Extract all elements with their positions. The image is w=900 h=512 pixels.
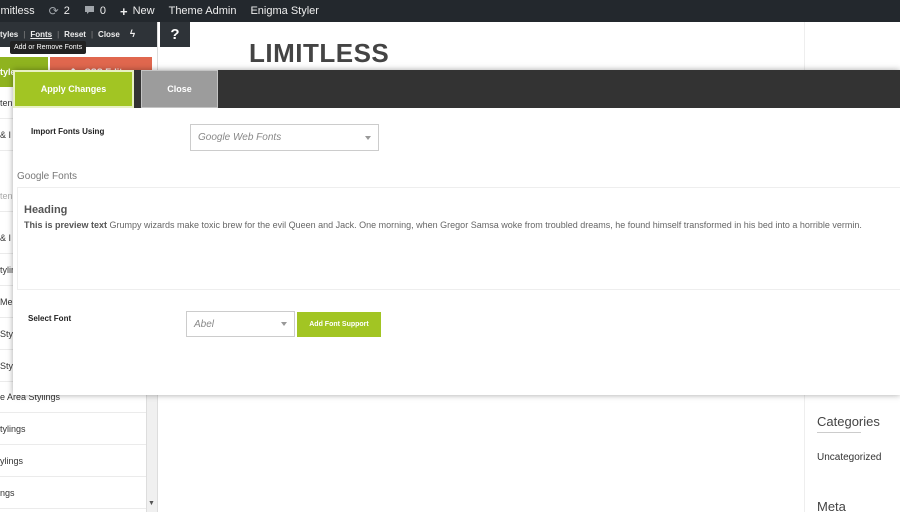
meta-title: Meta bbox=[817, 499, 861, 512]
comments-count: 0 bbox=[99, 5, 106, 17]
help-button[interactable]: ? bbox=[160, 22, 190, 47]
fonts-link[interactable]: Fonts bbox=[25, 30, 57, 39]
site-name-link[interactable]: imitless bbox=[0, 0, 42, 22]
chevron-down-icon bbox=[365, 135, 371, 140]
lightning-icon[interactable]: ϟ bbox=[125, 29, 140, 40]
select-font-value: Abel bbox=[194, 318, 215, 330]
import-fonts-value: Google Web Fonts bbox=[198, 132, 282, 143]
preview-bold-text: This is preview text bbox=[24, 220, 108, 230]
theme-admin-link[interactable]: Theme Admin bbox=[162, 0, 244, 22]
comments-link[interactable]: 0 bbox=[77, 0, 113, 22]
admin-bar: imitless ⟳ 2 0 + New Theme Admin Enigma … bbox=[0, 0, 900, 22]
close-link[interactable]: Close bbox=[93, 30, 125, 39]
updates-link[interactable]: ⟳ 2 bbox=[42, 0, 77, 22]
google-fonts-heading: Google Fonts bbox=[17, 171, 78, 182]
plus-icon: + bbox=[119, 3, 128, 19]
scroll-down-arrow-icon[interactable]: ▼ bbox=[148, 500, 155, 507]
categories-title: Categories bbox=[817, 414, 880, 433]
preview-body-text: Grumpy wizards make toxic brew for the e… bbox=[107, 220, 862, 230]
chevron-down-icon bbox=[281, 322, 287, 326]
add-font-support-button[interactable]: Add Font Support bbox=[297, 312, 381, 337]
select-font-dropdown[interactable]: Abel bbox=[186, 311, 295, 337]
site-title[interactable]: LIMITLESS bbox=[249, 38, 389, 69]
preview-text: This is preview text Grumpy wizards make… bbox=[24, 220, 900, 230]
import-fonts-label: Import Fonts Using bbox=[31, 127, 105, 136]
reset-link[interactable]: Reset bbox=[59, 30, 91, 39]
import-fonts-select[interactable]: Google Web Fonts bbox=[190, 124, 379, 151]
new-content-link[interactable]: + New bbox=[113, 0, 162, 22]
fonts-tooltip: Add or Remove Fonts bbox=[10, 41, 87, 54]
close-button[interactable]: Close bbox=[141, 70, 218, 108]
modal-toolbar: Apply Changes Close bbox=[13, 70, 900, 108]
styler-item[interactable]: ngs bbox=[0, 477, 146, 509]
updates-count: 2 bbox=[63, 5, 70, 17]
enigma-styler-link[interactable]: Enigma Styler bbox=[243, 0, 325, 22]
preview-heading: Heading bbox=[24, 204, 68, 216]
stylers-tab-link[interactable]: tyles bbox=[0, 30, 23, 39]
styler-item[interactable]: tylings bbox=[0, 413, 146, 445]
apply-changes-button[interactable]: Apply Changes bbox=[13, 70, 134, 108]
font-preview-box: Heading This is preview text Grumpy wiza… bbox=[17, 187, 900, 290]
comment-icon bbox=[84, 4, 95, 18]
select-font-label: Select Font bbox=[28, 314, 72, 323]
styler-item[interactable]: ylings bbox=[0, 445, 146, 477]
font-manager-modal: Apply Changes Close Import Fonts Using G… bbox=[13, 70, 900, 395]
refresh-icon: ⟳ bbox=[48, 4, 59, 18]
uncategorized-link[interactable]: Uncategorized bbox=[817, 452, 881, 463]
new-label: New bbox=[132, 5, 155, 17]
